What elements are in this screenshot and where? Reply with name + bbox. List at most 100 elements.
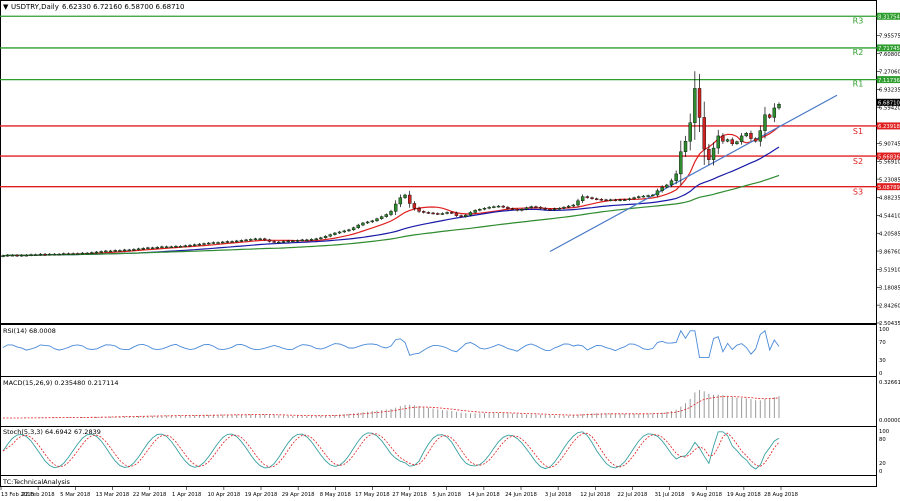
candle-body (5, 254, 10, 257)
price-tick-label: 7.60800 (879, 52, 900, 58)
candle-body (347, 229, 351, 232)
date-tick-label: 29 Apr 2018 (282, 492, 315, 498)
candle-body (660, 186, 664, 191)
candle-body (468, 212, 473, 216)
candle-body (767, 114, 772, 118)
price-tick-label: 6.93235 (879, 88, 900, 94)
candle-body (10, 254, 15, 257)
candle-body (618, 199, 622, 201)
candle-body (192, 244, 197, 246)
candle-body (412, 203, 417, 209)
candle-body (113, 250, 117, 252)
candle-body (389, 211, 393, 215)
candle-body (183, 245, 188, 247)
candle-body (258, 238, 262, 241)
trading-chart[interactable]: R3 R2 R1 S1 S2 S3 8.31754 7.95575 7.717457.6080… (0, 0, 900, 501)
candle-body (24, 254, 29, 257)
candle-body (651, 194, 655, 197)
pivot-label-r1: R1 (853, 80, 864, 89)
price-tick-label: 3.86760 (879, 249, 900, 255)
date-tick-label: 9 Aug 2018 (691, 492, 722, 498)
candle-body (300, 239, 304, 242)
candle-body (590, 197, 594, 199)
date-tick-label: 5 Mar 2018 (60, 492, 91, 498)
level-price-badge-text: 6.23918 (878, 124, 900, 130)
candle-body (594, 198, 599, 200)
candle-body (753, 138, 758, 142)
candle-body (221, 241, 225, 244)
candle-body (48, 253, 52, 256)
candle-body (473, 210, 477, 213)
candle-body (440, 213, 445, 215)
candle-body (777, 104, 781, 109)
candle-body (566, 205, 571, 208)
date-tick-label: 3 Jul 2018 (545, 492, 572, 498)
candle-body (679, 151, 683, 175)
date-tick-label: 10 Apr 2018 (207, 492, 240, 498)
macd-tick-label: 0.326611 (879, 380, 900, 386)
candle-body (174, 245, 178, 248)
candle-body (548, 209, 552, 211)
candle-body (450, 212, 454, 214)
candle-body (735, 141, 739, 145)
footer-label: TC:TechnicalAnalysis (2, 478, 71, 486)
candle-body (361, 222, 365, 226)
candle-body (454, 212, 459, 216)
candle-body (291, 240, 295, 243)
candle-body (323, 235, 328, 238)
candle-body (398, 197, 403, 205)
candle-body (375, 218, 379, 222)
candle-body (552, 208, 557, 210)
candle-body (623, 199, 627, 201)
candle-body (277, 241, 281, 244)
candle-body (599, 199, 604, 201)
last-price-badge-text: 6.68710 (878, 100, 900, 106)
candle-body (534, 206, 538, 208)
candle-body (337, 231, 342, 234)
triangle-down-icon[interactable]: ▼ (3, 3, 9, 11)
candle-body (211, 242, 216, 244)
candle-body (697, 88, 702, 118)
candle-body (365, 221, 370, 224)
date-tick-label: 17 May 2018 (355, 492, 390, 498)
candle-body (80, 252, 85, 255)
candle-body (702, 117, 706, 150)
price-tick-label: 7.27060 (879, 70, 900, 76)
candle-body (744, 133, 748, 137)
candle-body (127, 249, 131, 252)
price-tick-label: 3.51910 (879, 268, 900, 274)
rsi-level-label: 30 (879, 358, 886, 364)
macd-label: MACD(15,26,9) 0.235480 0.217114 (3, 379, 119, 387)
price-tick-label: 3.18085 (879, 286, 900, 292)
candle-body (524, 207, 529, 210)
candle-body (749, 133, 753, 139)
candle-body (197, 243, 202, 246)
candle-body (431, 212, 435, 215)
candle-body (422, 211, 426, 213)
candle-body (576, 200, 580, 206)
candle-body (314, 238, 318, 241)
candle-body (216, 242, 220, 244)
candle-body (426, 212, 431, 214)
candle-body (496, 205, 501, 208)
candle-body (305, 239, 309, 242)
candle-body (707, 148, 711, 160)
date-tick-label: 12 Jul 2018 (580, 492, 611, 498)
candle-body (580, 196, 585, 202)
price-tick-label: 4.88235 (879, 196, 900, 202)
macd-tick-label: 0.000000 (879, 418, 900, 424)
candle-body (253, 238, 258, 241)
candle-body (538, 206, 543, 209)
candle-body (501, 205, 505, 208)
candle-body (772, 107, 777, 118)
candle-body (492, 206, 496, 208)
candle-body (609, 199, 613, 201)
candle-body (758, 130, 763, 142)
candle-body (202, 243, 206, 245)
symbol-title: USDTRY,Daily (11, 3, 59, 11)
date-tick-label: 19 Apr 2018 (245, 492, 278, 498)
candle-body (557, 208, 561, 210)
date-tick-label: 19 Aug 2018 (727, 492, 762, 498)
candle-body (52, 253, 57, 256)
candle-body (725, 139, 730, 142)
